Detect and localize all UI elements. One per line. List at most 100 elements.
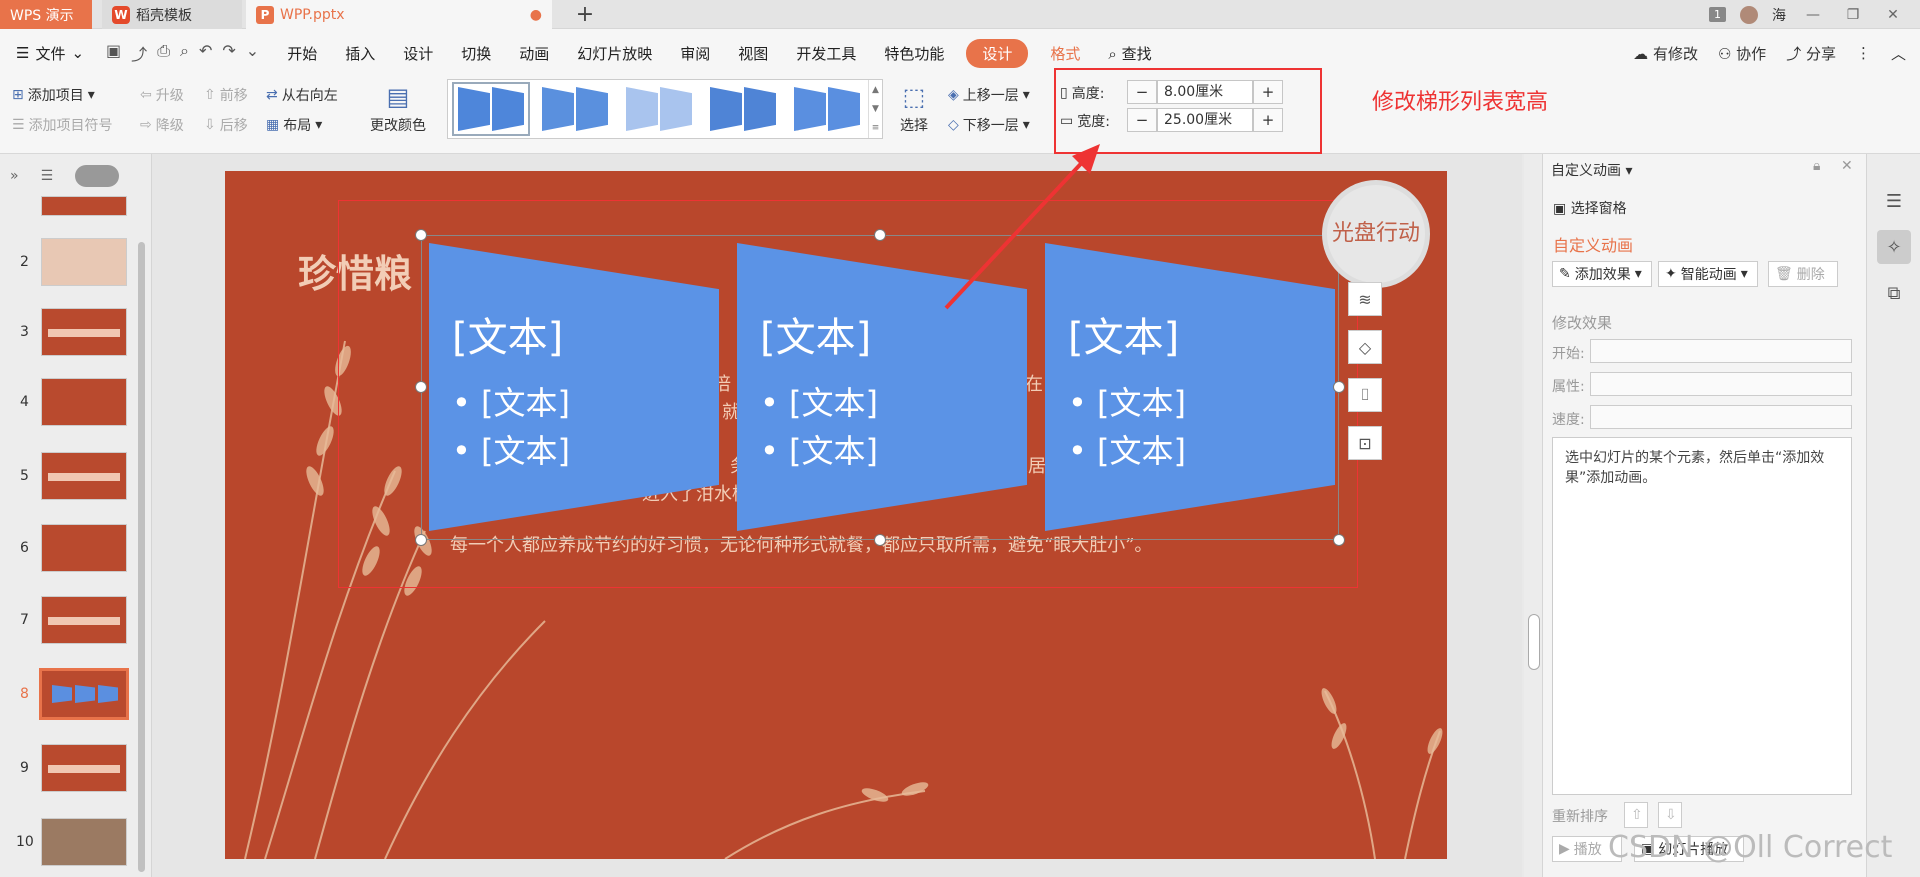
file-menu[interactable]: ☰ 文件 ⌄ [0,43,98,64]
canvas-scroll-thumb[interactable] [1528,614,1540,670]
menu-home[interactable]: 开始 [273,43,331,64]
more-options-icon[interactable]: ⋮ [1856,44,1871,62]
window-count-badge[interactable]: 1 [1709,7,1726,22]
menu-view[interactable]: 视图 [724,43,782,64]
slide-view-toggle[interactable] [75,165,120,187]
selection-pane-button[interactable]: ▣ 选择窗格 [1553,198,1627,218]
menu-smartart-design[interactable]: 设计 [966,38,1029,68]
slide-item-4[interactable]: 4 [0,374,140,430]
style-fill-icon[interactable]: ◇ [1348,330,1382,364]
menu-developer[interactable]: 开发工具 [782,43,870,64]
property-select[interactable] [1590,372,1852,396]
avatar[interactable] [1740,5,1758,24]
user-name[interactable]: 海 [1772,5,1786,25]
slide-item-9[interactable]: 9 [0,740,140,796]
menu-design[interactable]: 设计 [389,43,447,64]
resize-handle[interactable] [874,534,886,546]
reorder-up-button[interactable]: ⇧ [1624,802,1648,828]
start-select[interactable] [1590,339,1852,363]
resize-handle[interactable] [415,229,427,241]
gallery-down-icon[interactable]: ▼ [872,104,879,114]
print-icon[interactable]: ⎙ [157,41,170,65]
style-option[interactable] [788,82,866,136]
save-icon[interactable]: ▣ [106,41,121,65]
add-bullet-button[interactable]: ☰ 添加项目符号 [12,115,113,135]
style-option[interactable] [620,82,698,136]
style-option[interactable] [704,82,782,136]
new-tab-button[interactable]: + [570,0,600,29]
more-icon[interactable]: ⌄ [246,41,259,65]
tab-template[interactable]: W 稻壳模板 [102,0,242,29]
slide-panel-scrollbar[interactable] [138,242,145,872]
slide-item-8[interactable]: 8 [0,666,140,722]
shape-bullet-text[interactable]: • [文本] [760,426,878,472]
right-to-left-button[interactable]: ⇄ 从右向左 [266,85,338,105]
change-color-button[interactable]: ▤ 更改颜色 [370,83,426,135]
outline-view-icon[interactable]: ☰ [41,168,54,184]
text-box-icon[interactable]: ⊡ [1348,426,1382,460]
menu-insert[interactable]: 插入 [331,43,389,64]
shape-title-text[interactable]: [文本] [452,305,563,363]
undo-icon[interactable]: ↶ [199,41,212,65]
lock-icon[interactable]: 🔒︎ [1813,158,1820,174]
shape-bullet-text[interactable]: • [文本] [452,426,570,472]
move-forward-button[interactable]: ⇧ 前移 [204,85,248,105]
settings-sliders-icon[interactable]: ☰ [1877,184,1911,218]
changes-button[interactable]: ☁ 有修改 [1633,43,1698,64]
menu-animation[interactable]: 动画 [505,43,563,64]
speed-select[interactable] [1590,405,1852,429]
resize-handle[interactable] [415,381,427,393]
share-button[interactable]: ⤴ 分享 [1786,43,1836,64]
crop-icon[interactable]: ⌷ [1348,378,1382,412]
delete-button[interactable]: 🗑︎ 删除 [1768,261,1838,287]
gallery-up-icon[interactable]: ▲ [872,85,879,95]
minimize-icon[interactable]: — [1800,7,1826,23]
shape-bullet-text[interactable]: • [文本] [760,378,878,424]
reorder-down-button[interactable]: ⇩ [1658,802,1682,828]
shape-title-text[interactable]: [文本] [760,305,871,363]
close-icon[interactable]: ✕ [1880,7,1906,23]
add-item-button[interactable]: ⊞ 添加项目 ▾ [12,85,95,105]
menu-review[interactable]: 审阅 [666,43,724,64]
slide-item-5[interactable]: 5 [0,448,140,504]
layers-icon[interactable]: ≋ [1348,282,1382,316]
demote-button[interactable]: ⇨ 降级 [140,115,184,135]
bring-forward-button[interactable]: ◈ 上移一层 ▾ [948,85,1030,105]
search-button[interactable]: ⌕ 查找 [1094,43,1165,64]
add-effect-button[interactable]: ✎ 添加效果 ▾ [1552,261,1652,287]
animation-star-icon[interactable]: ✧ [1877,230,1911,264]
slide-item-2[interactable]: 2 [0,234,140,290]
close-panel-icon[interactable]: ✕ [1841,158,1853,174]
move-backward-button[interactable]: ⇩ 后移 [204,115,248,135]
slide-item-6[interactable]: 6 [0,520,140,576]
shape-bullet-text[interactable]: • [文本] [1068,426,1186,472]
tab-document[interactable]: P WPP.pptx ● [246,0,552,29]
slide-item-7[interactable]: 7 [0,592,140,648]
style-option[interactable] [536,82,614,136]
animation-list[interactable]: 选中幻灯片的某个元素，然后单击“添加效果”添加动画。 [1552,437,1852,795]
panel-title[interactable]: 自定义动画 ▾ [1551,160,1632,180]
select-button[interactable]: ⬚ 选择 [900,83,928,135]
menu-format[interactable]: 格式 [1036,43,1094,64]
redo-icon[interactable]: ↷ [222,41,235,65]
export-icon[interactable]: ⤴ [131,41,147,65]
menu-features[interactable]: 特色功能 [870,43,958,64]
resize-handle[interactable] [874,229,886,241]
transition-icon[interactable]: ⧉ [1877,276,1911,310]
tab-wps[interactable]: WPS 演示 [0,0,92,29]
slide-item[interactable] [0,196,140,220]
menu-transition[interactable]: 切换 [447,43,505,64]
menu-slideshow[interactable]: 幻灯片放映 [563,43,666,64]
slide-item-3[interactable]: 3 [0,304,140,360]
resize-handle[interactable] [1333,381,1345,393]
send-backward-button[interactable]: ◇ 下移一层 ▾ [948,115,1030,135]
resize-handle[interactable] [415,534,427,546]
restore-icon[interactable]: ❐ [1840,7,1866,23]
shape-bullet-text[interactable]: • [文本] [452,378,570,424]
print-preview-icon[interactable]: ⌕ [180,41,189,65]
collaborate-button[interactable]: ⚇ 协作 [1718,43,1766,64]
gallery-scrollbar[interactable]: ▲ ▼ ≡ [868,80,882,138]
collapse-ribbon-icon[interactable]: ︿ [1891,43,1906,64]
gallery-more-icon[interactable]: ≡ [872,123,880,133]
layout-button[interactable]: ▦ 布局 ▾ [266,115,322,135]
